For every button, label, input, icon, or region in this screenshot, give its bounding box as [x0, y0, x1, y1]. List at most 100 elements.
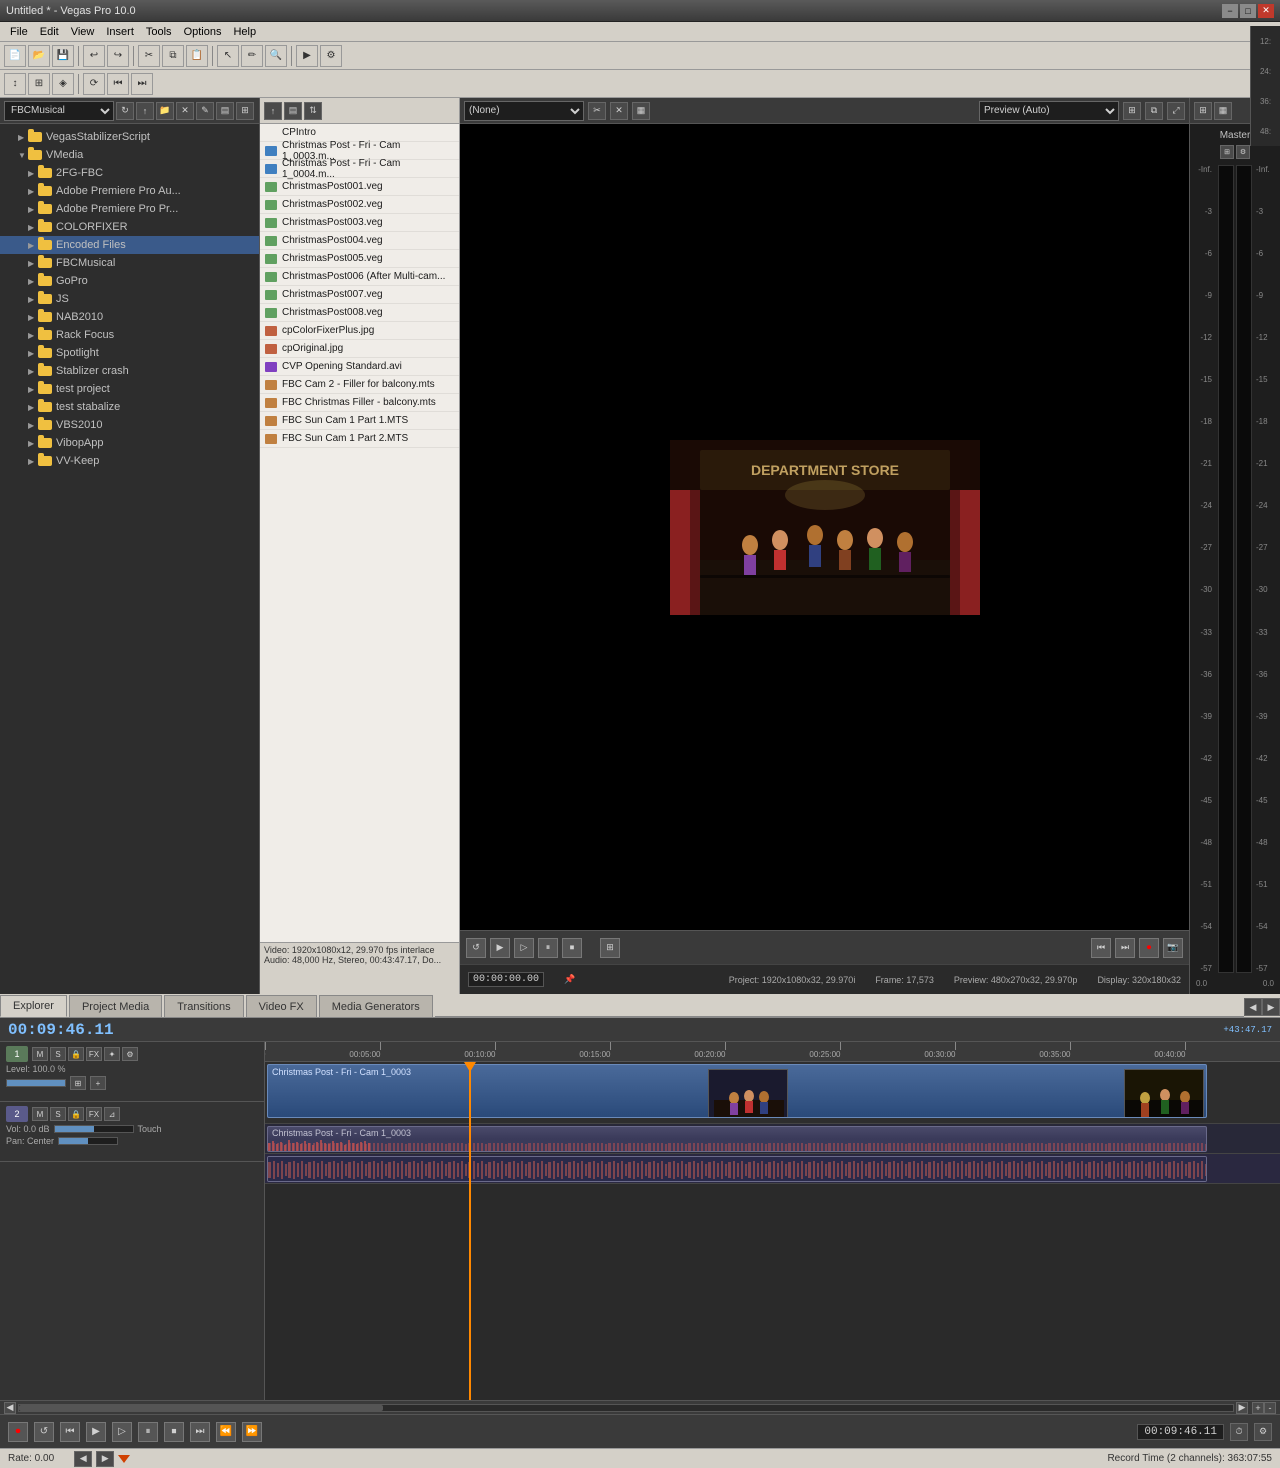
- file-item-cp007[interactable]: ChristmasPost007.veg: [260, 286, 459, 304]
- file-item-cp006[interactable]: ChristmasPost006 (After Multi-cam...: [260, 268, 459, 286]
- fl-sort-btn[interactable]: ⇅: [304, 102, 322, 120]
- explorer-dropdown[interactable]: FBCMusical: [4, 101, 114, 121]
- tree-item-nab2010[interactable]: ▶ NAB2010: [0, 308, 259, 326]
- menu-insert[interactable]: Insert: [100, 25, 140, 39]
- status-btn-left[interactable]: ◀: [74, 1451, 92, 1467]
- preview-copy-btn[interactable]: ⧉: [1145, 102, 1163, 120]
- tree-item-adobe1[interactable]: ▶ Adobe Premiere Pro Au...: [0, 182, 259, 200]
- video-clip-main[interactable]: Christmas Post - Fri - Cam 1_0003: [267, 1064, 1207, 1118]
- pan-slider[interactable]: [58, 1137, 118, 1145]
- preview-play-sel-btn[interactable]: ▷: [514, 938, 534, 958]
- tree-item-stablizer[interactable]: ▶ Stablizer crash: [0, 362, 259, 380]
- tool-2-5[interactable]: ⏮: [107, 73, 129, 95]
- track-fx-btn[interactable]: FX: [86, 1047, 102, 1061]
- file-item-cvp[interactable]: CVP Opening Standard.avi: [260, 358, 459, 376]
- file-item-fbc-christmas[interactable]: FBC Christmas Filler - balcony.mts: [260, 394, 459, 412]
- transport-timecode-btn[interactable]: ⏱: [1230, 1423, 1248, 1441]
- transport-play-btn[interactable]: ▶: [86, 1422, 106, 1442]
- transport-play-sel-btn[interactable]: ▷: [112, 1422, 132, 1442]
- explorer-refresh[interactable]: ↻: [116, 102, 134, 120]
- menu-view[interactable]: View: [65, 25, 101, 39]
- transport-pause-btn[interactable]: ⏸: [138, 1422, 158, 1442]
- tree-item-encoded-files[interactable]: ▶ Encoded Files: [0, 236, 259, 254]
- audio-clip-2[interactable]: [267, 1156, 1207, 1182]
- preview-grid-btn[interactable]: ⊞: [1123, 102, 1141, 120]
- open-button[interactable]: 📂: [28, 45, 50, 67]
- tree-item-rack-focus[interactable]: ▶ Rack Focus: [0, 326, 259, 344]
- track-add-btn[interactable]: +: [90, 1076, 106, 1090]
- audio-mute-btn[interactable]: M: [32, 1107, 48, 1121]
- tool-2-4[interactable]: ⟳: [83, 73, 105, 95]
- tree-item-adobe2[interactable]: ▶ Adobe Premiere Pro Pr...: [0, 200, 259, 218]
- transport-next-btn[interactable]: ⏭: [190, 1422, 210, 1442]
- file-item-cp001[interactable]: ChristmasPost001.veg: [260, 178, 459, 196]
- preview-play-btn[interactable]: ▶: [490, 938, 510, 958]
- explorer-view[interactable]: ▤: [216, 102, 234, 120]
- preview-clip-dropdown[interactable]: (None): [464, 101, 584, 121]
- copy-button[interactable]: ⧉: [162, 45, 184, 67]
- fl-up-btn[interactable]: ↑: [264, 102, 282, 120]
- transport-loop-btn[interactable]: ↺: [34, 1422, 54, 1442]
- preview-expand-btn[interactable]: ⤢: [1167, 102, 1185, 120]
- preview-rewind-btn[interactable]: ⏮: [1091, 938, 1111, 958]
- tree-item-vv-keep[interactable]: ▶ VV-Keep: [0, 452, 259, 470]
- explorer-delete[interactable]: ✕: [176, 102, 194, 120]
- save-button[interactable]: 💾: [52, 45, 74, 67]
- explorer-grid[interactable]: ⊞: [236, 102, 254, 120]
- explorer-new-folder[interactable]: 📁: [156, 102, 174, 120]
- menu-options[interactable]: Options: [178, 25, 228, 39]
- audio-lock-btn[interactable]: 🔒: [68, 1107, 84, 1121]
- track-motion-btn[interactable]: ✦: [104, 1047, 120, 1061]
- preview-rec-btn[interactable]: ⏺: [1139, 938, 1159, 958]
- file-item-fbc-cam2[interactable]: FBC Cam 2 - Filler for balcony.mts: [260, 376, 459, 394]
- tab-media-generators[interactable]: Media Generators: [319, 995, 433, 1017]
- vol-slider[interactable]: [54, 1125, 134, 1133]
- file-item-fbc-sun-2[interactable]: FBC Sun Cam 1 Part 2.MTS: [260, 430, 459, 448]
- tree-item-gopro[interactable]: ▶ GoPro: [0, 272, 259, 290]
- tree-item-vegasstabilizer[interactable]: ▶ VegasStabilizerScript: [0, 128, 259, 146]
- tree-item-vmedia[interactable]: ▼ VMedia: [0, 146, 259, 164]
- vu-reset-btn[interactable]: ⊞: [1220, 145, 1234, 159]
- tree-item-vbs2010[interactable]: ▶ VBS2010: [0, 416, 259, 434]
- file-item-fbc-sun-1[interactable]: FBC Sun Cam 1 Part 1.MTS: [260, 412, 459, 430]
- paste-button[interactable]: 📋: [186, 45, 208, 67]
- preview-stop-btn[interactable]: ⏹: [562, 938, 582, 958]
- menu-help[interactable]: Help: [227, 25, 262, 39]
- vu-btn-2[interactable]: ▦: [1214, 102, 1232, 120]
- track-solo-btn[interactable]: S: [50, 1047, 66, 1061]
- track-mute-btn[interactable]: M: [32, 1047, 48, 1061]
- file-item-cporiginal[interactable]: cpOriginal.jpg: [260, 340, 459, 358]
- preview-pause-btn[interactable]: ⏸: [538, 938, 558, 958]
- tab-video-fx[interactable]: Video FX: [246, 995, 317, 1017]
- file-item-cp002[interactable]: ChristmasPost002.veg: [260, 196, 459, 214]
- preview-tool-1[interactable]: ✂: [588, 102, 606, 120]
- maximize-button[interactable]: □: [1240, 4, 1256, 18]
- timeline-zoom-in[interactable]: +: [1252, 1402, 1264, 1414]
- track-enhance-btn[interactable]: ⊞: [70, 1076, 86, 1090]
- tool-2-6[interactable]: ⏭: [131, 73, 153, 95]
- tree-item-2fgfbc[interactable]: ▶ 2FG-FBC: [0, 164, 259, 182]
- tab-project-media[interactable]: Project Media: [69, 995, 162, 1017]
- file-item-cp008[interactable]: ChristmasPost008.veg: [260, 304, 459, 322]
- preview-loop-btn[interactable]: ↺: [466, 938, 486, 958]
- tab-arrow-left[interactable]: ◀: [1244, 998, 1262, 1016]
- undo-button[interactable]: ↩: [83, 45, 105, 67]
- tree-item-fbcmusical[interactable]: ▶ FBCMusical: [0, 254, 259, 272]
- timeline-scrollbar[interactable]: [18, 1404, 1234, 1412]
- file-item-cp005[interactable]: ChristmasPost005.veg: [260, 250, 459, 268]
- preview-frame-display-btn[interactable]: ⊞: [600, 938, 620, 958]
- timeline-zoom-out[interactable]: -: [1264, 1402, 1276, 1414]
- render-button[interactable]: ▶: [296, 45, 318, 67]
- select-tool[interactable]: ↖: [217, 45, 239, 67]
- transport-settings-btn[interactable]: ⚙: [1254, 1423, 1272, 1441]
- tree-item-test-stabalize[interactable]: ▶ test stabalize: [0, 398, 259, 416]
- track-settings-btn[interactable]: ⚙: [122, 1047, 138, 1061]
- file-item-cpcolorfixerplus[interactable]: cpColorFixerPlus.jpg: [260, 322, 459, 340]
- transport-rec-btn[interactable]: ⏺: [8, 1422, 28, 1442]
- scroll-right-btn[interactable]: ▶: [1236, 1402, 1248, 1414]
- explorer-rename[interactable]: ✎: [196, 102, 214, 120]
- level-slider[interactable]: [6, 1079, 66, 1087]
- transport-stop-btn[interactable]: ⏹: [164, 1422, 184, 1442]
- track-lock-btn[interactable]: 🔒: [68, 1047, 84, 1061]
- close-button[interactable]: ✕: [1258, 4, 1274, 18]
